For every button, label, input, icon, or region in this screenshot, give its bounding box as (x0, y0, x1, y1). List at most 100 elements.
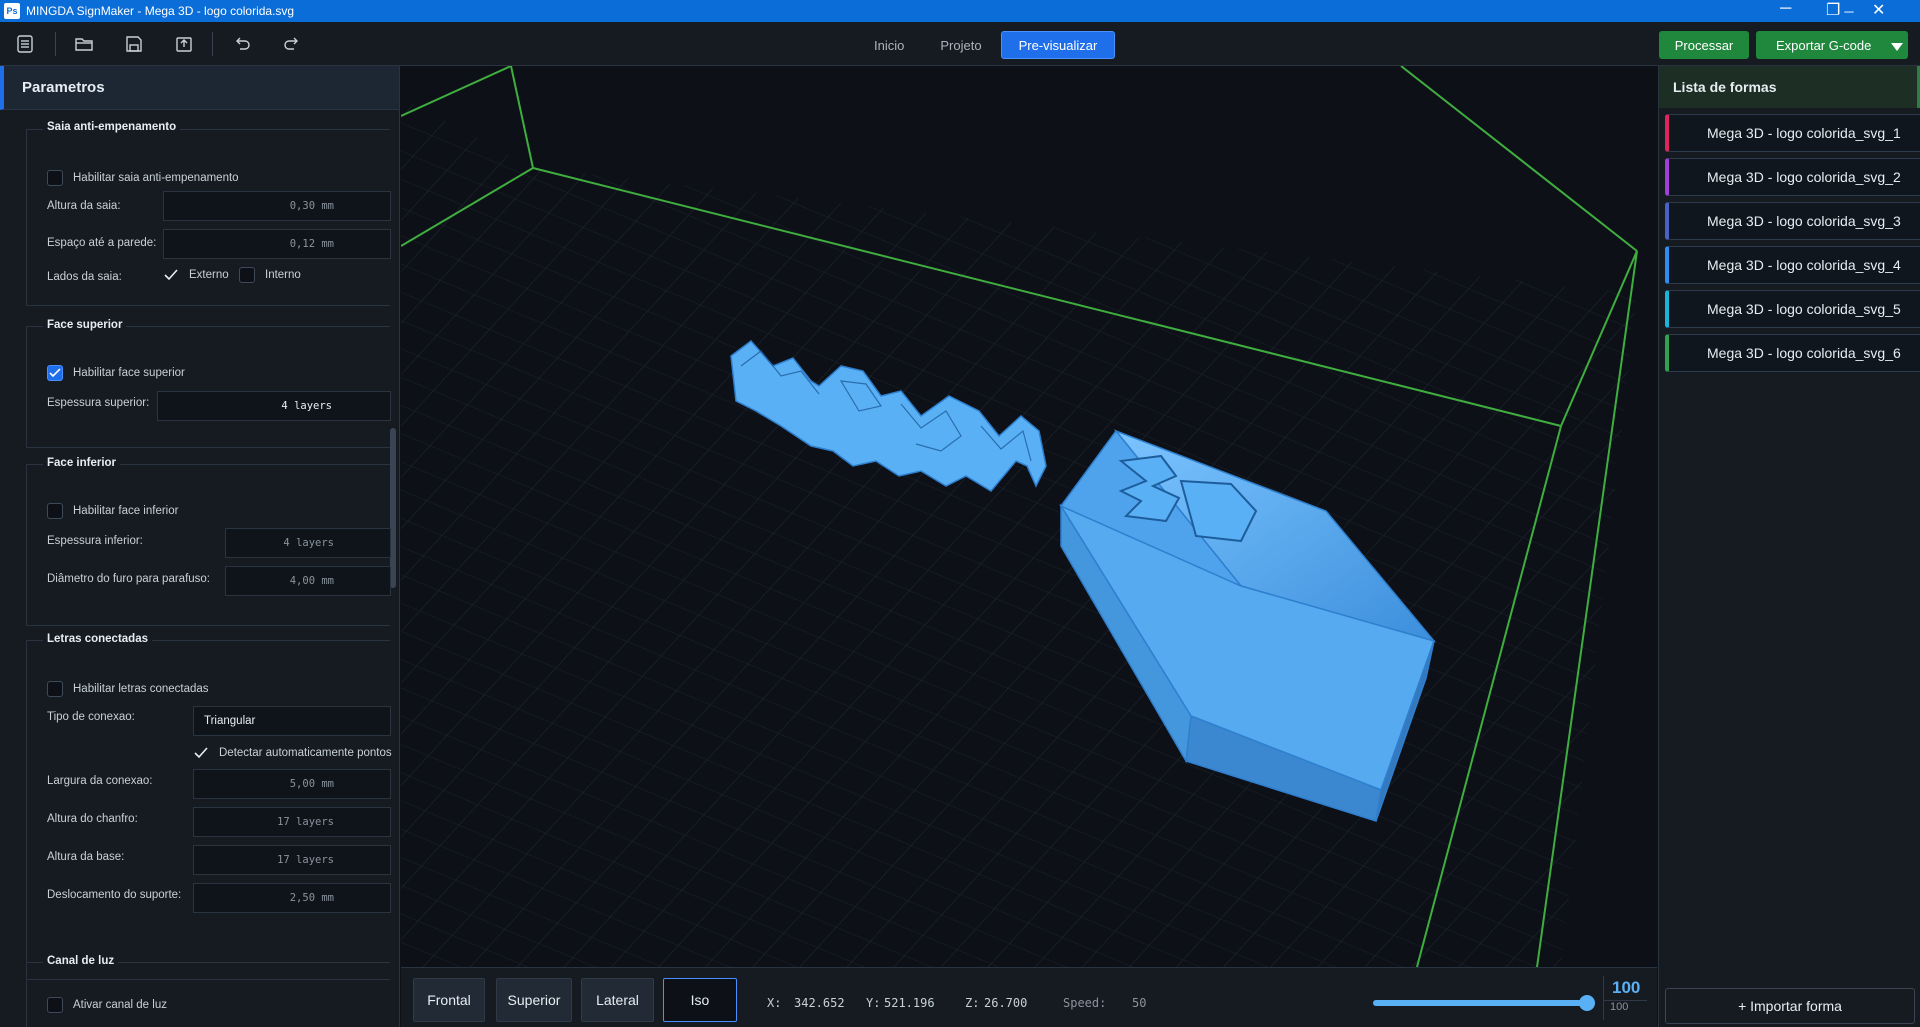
redo-icon[interactable] (276, 28, 308, 60)
top-thickness-label: Espessura superior: (47, 397, 150, 409)
folder-open-icon[interactable] (68, 28, 100, 60)
section-title: Letras conectadas (43, 633, 152, 645)
auto-detect-checkbox[interactable]: Detectar automaticamente pontos (193, 745, 392, 761)
layer-readout: 100 100 (1603, 976, 1647, 1020)
shape-list-item[interactable]: Mega 3D - logo colorida_svg_4 (1665, 246, 1920, 284)
scene-canvas[interactable] (401, 66, 1657, 968)
parameters-panel: Parametros Saia anti-empenamento Habilit… (0, 66, 400, 1027)
view-iso-button[interactable]: Iso (663, 978, 737, 1022)
shape-list-item[interactable]: Mega 3D - logo colorida_svg_1 (1665, 114, 1920, 152)
checkbox-icon[interactable] (47, 503, 63, 519)
screw-hole-label: Diâmetro do furo para parafuso: (47, 573, 211, 585)
checkbox-checked-icon[interactable] (47, 365, 63, 381)
tab-projeto[interactable]: Projeto (923, 31, 998, 59)
shape-list-item[interactable]: Mega 3D - logo colorida_svg_5 (1665, 290, 1920, 328)
skirt-sides-label: Lados da saia: (47, 271, 122, 283)
section-title: Saia anti-empenamento (43, 121, 181, 133)
x-coord-label: X: (767, 996, 782, 1010)
checkbox-icon[interactable] (47, 170, 63, 186)
skirt-gap-label: Espaço até a parede: (47, 237, 157, 249)
tab-pre-visualizar[interactable]: Pre-visualizar (1000, 31, 1116, 59)
z-coord-value: 26.700 (984, 996, 1028, 1010)
section-top-face: Face superior Habilitar face superior Es… (26, 319, 391, 448)
section-bottom-face: Face inferior Habilitar face inferior Es… (26, 457, 391, 626)
toolbar: Inicio Projeto Pre-visualizar Processar … (0, 22, 1920, 66)
light-channel-checkbox[interactable]: Ativar canal de luz (47, 997, 167, 1013)
menu-icon[interactable] (9, 28, 41, 60)
connection-type-label: Tipo de conexao: (47, 711, 135, 723)
checkbox-icon[interactable] (47, 997, 63, 1013)
main-tabs: Inicio Projeto Pre-visualizar (857, 31, 1117, 59)
support-offset-field[interactable]: 2,50 mm (193, 883, 391, 913)
shape-list-title: Lista de formas (1659, 66, 1920, 108)
shape-list-item[interactable]: Mega 3D - logo colorida_svg_6 (1665, 334, 1920, 372)
check-icon[interactable] (163, 267, 179, 283)
layer-slider-track[interactable] (1373, 995, 1595, 1011)
layer-slider-handle[interactable] (1579, 995, 1595, 1011)
panel-scrollbar[interactable] (390, 428, 396, 588)
layer-slider-fill (1373, 1000, 1589, 1006)
restore-button[interactable]: ❐ (1826, 0, 1840, 20)
app-logo-icon: Ps (4, 3, 20, 19)
section-skirt: Saia anti-empenamento Habilitar saia ant… (26, 121, 391, 306)
skirt-gap-field[interactable]: 0,12 mm (163, 229, 391, 259)
skirt-external-checkbox[interactable]: Externo (163, 267, 229, 283)
export-gcode-label: Exportar G-code (1776, 37, 1872, 53)
section-title: Face superior (43, 319, 127, 331)
connection-width-label: Largura da conexao: (47, 775, 153, 787)
z-coord-label: Z: (965, 996, 980, 1010)
export-icon[interactable] (168, 28, 200, 60)
skirt-height-field[interactable]: 0,30 mm (163, 191, 391, 221)
speed-value: 50 (1132, 996, 1147, 1010)
title-bar: Ps MINGDA SignMaker - Mega 3D - logo col… (0, 0, 1920, 22)
chevron-down-icon[interactable] (1890, 40, 1904, 55)
minimize-button[interactable]: ─ (1780, 0, 1791, 18)
screw-hole-field[interactable]: 4,00 mm (225, 566, 391, 596)
view-frontal-button[interactable]: Frontal (413, 978, 485, 1022)
section-light-channel: Canal de luz Ativar canal de luz (26, 955, 390, 1027)
y-coord-value: 521.196 (884, 996, 935, 1010)
checkbox-icon[interactable] (239, 267, 255, 283)
skirt-enable-checkbox[interactable]: Habilitar saia anti-empenamento (47, 170, 239, 186)
connection-type-select[interactable]: Triangular (193, 706, 391, 736)
save-icon[interactable] (118, 28, 150, 60)
shape-list-item[interactable]: Mega 3D - logo colorida_svg_3 (1665, 202, 1920, 240)
chamfer-height-field[interactable]: 17 layers (193, 807, 391, 837)
close-button[interactable]: ✕ (1872, 0, 1885, 20)
3d-viewport[interactable] (401, 66, 1657, 1027)
export-gcode-button[interactable]: Exportar G-code (1756, 31, 1908, 59)
checkbox-icon[interactable] (47, 681, 63, 697)
top-face-enable-checkbox[interactable]: Habilitar face superior (47, 365, 185, 381)
chamfer-height-label: Altura do chanfro: (47, 813, 138, 825)
shape-list-item[interactable]: Mega 3D - logo colorida_svg_2 (1665, 158, 1920, 196)
y-coord-label: Y: (866, 996, 881, 1010)
section-connected-letters: Letras conectadas Habilitar letras conec… (26, 633, 392, 980)
section-title: Face inferior (43, 457, 121, 469)
undo-icon[interactable] (226, 28, 258, 60)
panel-title: Parametros (0, 66, 399, 110)
process-button[interactable]: Processar (1659, 31, 1749, 59)
max-layer-value: 100 (1604, 1000, 1647, 1013)
base-height-field[interactable]: 17 layers (193, 845, 391, 875)
base-height-label: Altura da base: (47, 851, 125, 863)
connection-width-field[interactable]: 5,00 mm (193, 769, 391, 799)
bottom-thickness-label: Espessura inferior: (47, 535, 143, 547)
current-layer-value: 100 (1612, 978, 1641, 997)
window-title: MINGDA SignMaker - Mega 3D - logo colori… (26, 4, 295, 18)
skirt-height-label: Altura da saia: (47, 200, 121, 212)
x-coord-value: 342.652 (794, 996, 845, 1010)
view-lateral-button[interactable]: Lateral (581, 978, 654, 1022)
tab-inicio[interactable]: Inicio (857, 31, 921, 59)
top-thickness-field[interactable]: 4 layers (157, 391, 391, 421)
speed-label: Speed: (1063, 996, 1107, 1010)
import-shape-button[interactable]: + Importar forma (1665, 988, 1915, 1024)
section-title: Canal de luz (43, 955, 119, 967)
skirt-internal-checkbox[interactable]: Interno (239, 267, 301, 283)
shape-list-panel: Lista de formas Mega 3D - logo colorida_… (1658, 66, 1920, 1027)
check-icon[interactable] (193, 745, 209, 761)
connected-enable-checkbox[interactable]: Habilitar letras conectadas (47, 681, 209, 697)
bottom-face-enable-checkbox[interactable]: Habilitar face inferior (47, 503, 178, 519)
viewport-bottom-bar: Frontal Superior Lateral Iso X: 342.652 … (401, 967, 1657, 1027)
bottom-thickness-field[interactable]: 4 layers (225, 528, 391, 558)
view-superior-button[interactable]: Superior (496, 978, 572, 1022)
